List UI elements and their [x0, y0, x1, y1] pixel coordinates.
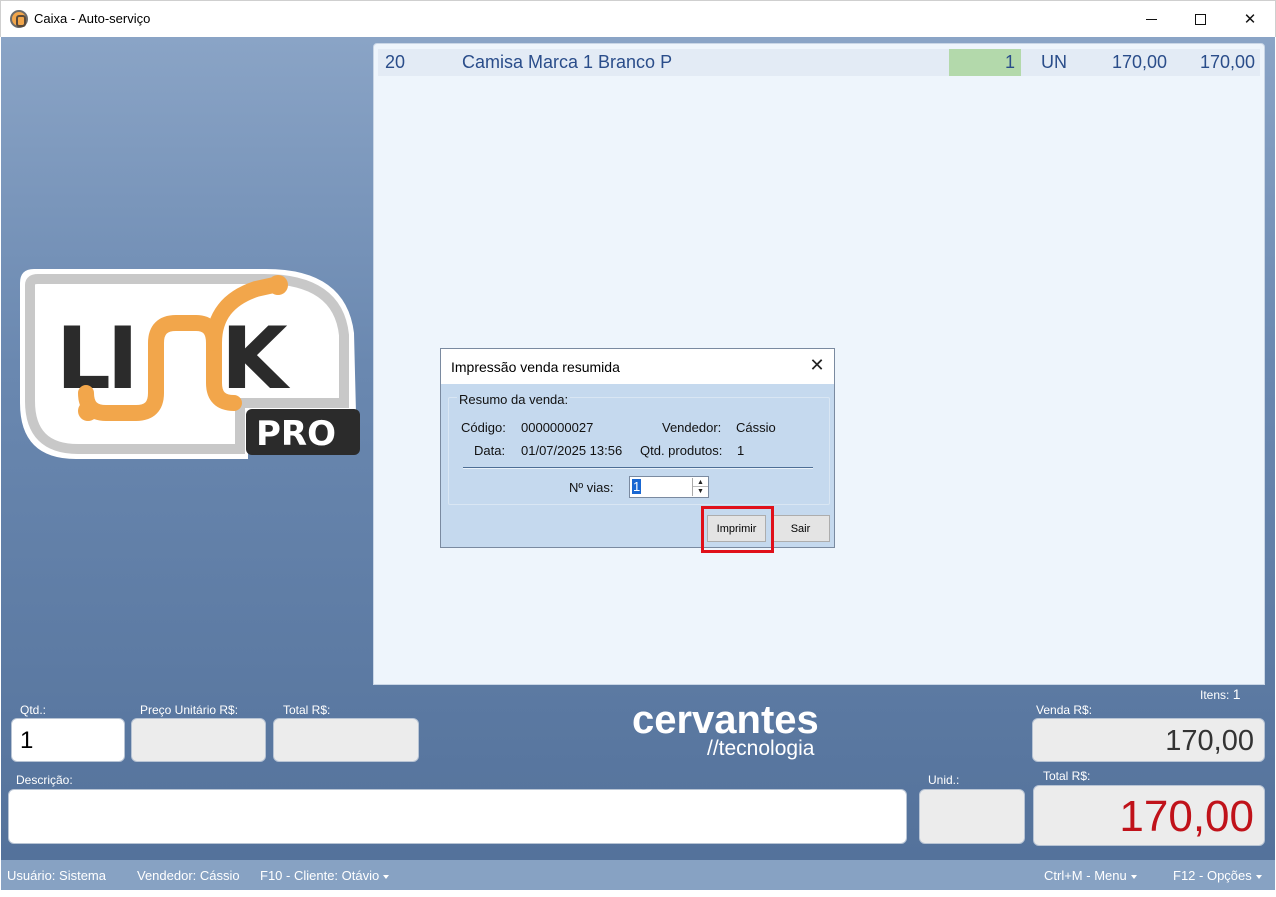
qtd-input[interactable]: 1 [11, 718, 125, 762]
item-unit: UN [1041, 52, 1067, 72]
logo-badge-text: PRO [256, 414, 336, 454]
vias-spin-buttons[interactable]: ▲ ▼ [692, 478, 708, 496]
print-button-highlight [701, 506, 774, 553]
item-code: 20 [385, 52, 406, 72]
spin-down-icon[interactable]: ▼ [693, 487, 708, 496]
status-usuario: Usuário: Sistema [7, 868, 106, 883]
vendedor-value: Cássio [736, 420, 776, 435]
options-button[interactable]: F12 - Opções [1173, 868, 1262, 883]
vias-stepper[interactable]: 1 ▲ ▼ [629, 476, 709, 498]
close-window-button[interactable]: ✕ [1227, 1, 1273, 37]
total-big-value: 170,00 [1119, 792, 1254, 841]
descricao-label: Descrição: [16, 773, 73, 787]
total-big-label: Total R$: [1043, 769, 1091, 783]
exit-button[interactable]: Sair [771, 515, 830, 542]
spin-up-icon[interactable]: ▲ [693, 478, 708, 487]
unid-label: Unid.: [928, 773, 960, 787]
maximize-button[interactable] [1177, 1, 1223, 37]
item-description: Camisa Marca 1 Branco P [462, 52, 673, 72]
venda-field: 170,00 [1032, 718, 1265, 762]
maximize-icon [1194, 13, 1206, 25]
vias-label: Nº vias: [569, 480, 614, 495]
preco-unitario-label: Preço Unitário R$: [140, 703, 239, 717]
total-field [273, 718, 419, 762]
svg-text:K: K [221, 309, 291, 409]
total-label: Total R$: [283, 703, 331, 717]
dialog-title-bar: Impressão venda resumida ✕ [441, 349, 834, 384]
divider [463, 467, 813, 469]
venda-value: 170,00 [1165, 725, 1254, 757]
cervantes-logo: cervantes //tecnologia [632, 698, 832, 760]
qtd-produtos-label: Qtd. produtos: [640, 443, 723, 458]
brand-tagline: //tecnologia [707, 737, 815, 760]
data-label: Data: [474, 443, 506, 458]
options-label: F12 - Opções [1173, 868, 1252, 883]
items-count-value: 1 [1232, 686, 1241, 702]
list-item[interactable]: 20 Camisa Marca 1 Branco P 1 UN 170,00 1… [378, 49, 1260, 76]
title-bar: Caixa - Auto-serviço ✕ [0, 0, 1276, 37]
preco-unitario-field [131, 718, 266, 762]
menu-label: Ctrl+M - Menu [1044, 868, 1127, 883]
total-big-field: 170,00 [1033, 785, 1265, 846]
qtd-value: 1 [20, 727, 34, 754]
chevron-down-icon [1255, 874, 1262, 879]
close-icon: ✕ [1243, 10, 1257, 28]
chevron-down-icon [383, 874, 390, 879]
status-vendedor: Vendedor: Cássio [137, 868, 240, 883]
items-count: Itens: 1 [1200, 686, 1241, 702]
status-bar: Usuário: Sistema Vendedor: Cássio F10 - … [1, 860, 1275, 890]
dialog-close-button[interactable]: ✕ [806, 355, 828, 377]
vendedor-label: Vendedor: [662, 420, 722, 435]
menu-button[interactable]: Ctrl+M - Menu [1044, 868, 1137, 883]
codigo-value: 0000000027 [521, 420, 594, 435]
minimize-icon [1145, 18, 1157, 20]
status-cliente: F10 - Cliente: Otávio [260, 868, 380, 883]
window-bottom-border [0, 890, 1276, 897]
venda-label: Venda R$: [1036, 703, 1093, 717]
vias-value[interactable]: 1 [632, 479, 642, 494]
item-unit-price: 170,00 [1112, 52, 1168, 72]
window-title: Caixa - Auto-serviço [34, 11, 151, 26]
data-value: 01/07/2025 13:56 [521, 443, 623, 458]
unid-field [919, 789, 1025, 844]
status-cliente-button[interactable]: F10 - Cliente: Otávio [260, 868, 390, 883]
descricao-field [8, 789, 907, 844]
link-pro-logo: LI K PRO [20, 269, 360, 459]
item-quantity: 1 [949, 49, 1021, 76]
svg-text:LI: LI [56, 309, 135, 409]
print-summary-dialog: Impressão venda resumida ✕ Resumo da ven… [440, 348, 835, 548]
dialog-title: Impressão venda resumida [451, 359, 620, 375]
app-logo-icon [10, 10, 28, 28]
qtd-label: Qtd.: [20, 703, 47, 717]
qtd-produtos-value: 1 [737, 443, 745, 458]
sale-summary-label: Resumo da venda: [457, 392, 571, 407]
close-icon: ✕ [809, 355, 825, 376]
chevron-down-icon [1130, 874, 1137, 879]
items-count-label: Itens: [1200, 688, 1230, 702]
minimize-button[interactable] [1128, 1, 1174, 37]
item-total: 170,00 [1200, 52, 1256, 72]
codigo-label: Código: [461, 420, 506, 435]
